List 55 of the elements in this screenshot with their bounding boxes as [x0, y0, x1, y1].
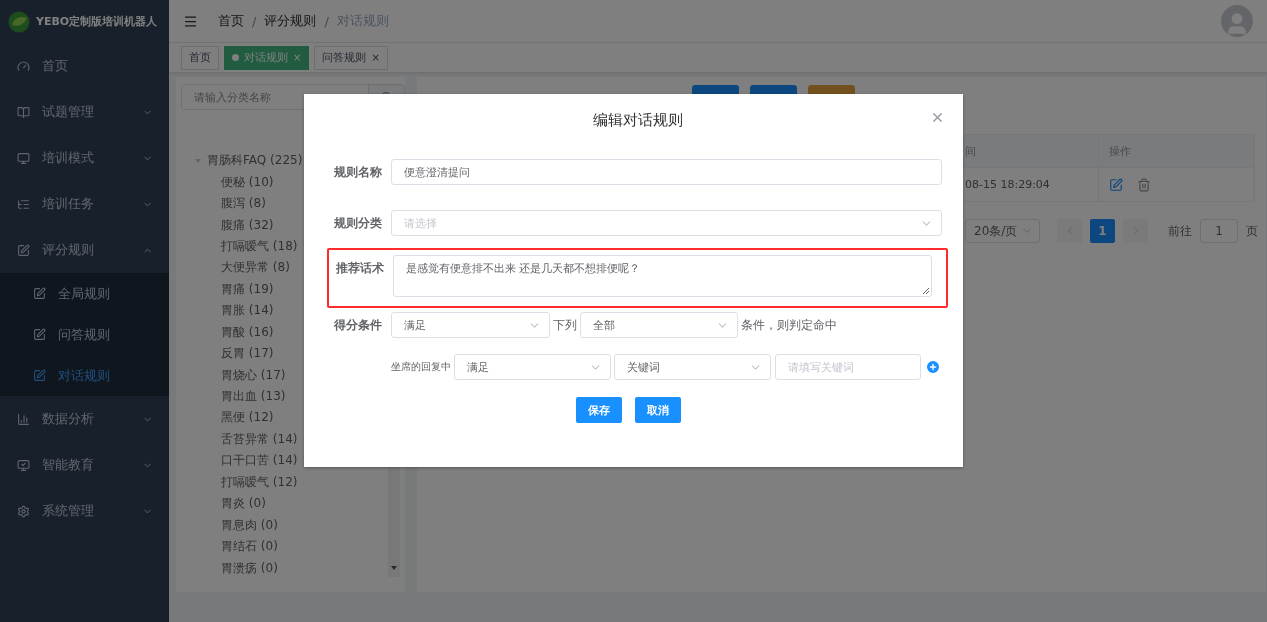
select-field[interactable]: 全部 [580, 312, 738, 338]
trash-icon[interactable] [1137, 177, 1151, 192]
page-button[interactable]: 1 [1090, 219, 1115, 243]
field-label: 推荐话术 [336, 260, 385, 277]
close-icon[interactable] [930, 110, 945, 125]
dialog-title: 编辑对话规则 [593, 109, 683, 131]
menu-item[interactable]: 系统管理 [0, 488, 169, 534]
submenu-item[interactable]: 对话规则 [0, 355, 169, 396]
field-label: 规则名称 [334, 164, 383, 181]
leaf-logo-icon [8, 10, 30, 33]
menu-item[interactable]: 培训任务 [0, 181, 169, 227]
edit-icon [33, 369, 46, 382]
edit-icon [33, 287, 46, 300]
add-icon[interactable] [925, 359, 941, 375]
field-label: 得分条件 [334, 317, 383, 334]
menu-item[interactable]: 首页 [0, 43, 169, 89]
field-label: 坐席的回复中 [391, 360, 451, 374]
avatar[interactable] [1221, 5, 1253, 37]
menu-item[interactable]: 试题管理 [0, 89, 169, 135]
text-area[interactable]: 是感觉有便意排不出来 还是几天都不想排便呢？ [393, 255, 932, 297]
edit-icon[interactable] [1109, 177, 1123, 192]
connector-text: 下列 [553, 317, 577, 334]
breadcrumb-link[interactable]: 评分规则 [264, 12, 317, 30]
menu-item[interactable]: 评分规则 [0, 227, 169, 273]
tab[interactable]: 问答规则 × [314, 45, 388, 70]
tree-node[interactable]: 胃溃疡 (0) [193, 557, 405, 579]
tree-node[interactable]: 胃结石 (0) [193, 535, 405, 558]
resize-handle-icon[interactable] [922, 287, 929, 294]
select-field[interactable]: 满足 [454, 354, 611, 380]
breadcrumb-separator: / [252, 13, 257, 29]
tree-node[interactable]: 打嗝嗳气 (12) [193, 471, 405, 493]
submenu-item[interactable]: 问答规则 [0, 314, 169, 355]
tree-node[interactable]: 胃炎 (0) [193, 493, 405, 515]
field-label: 规则分类 [334, 215, 383, 232]
menu-item[interactable]: 培训模式 [0, 135, 169, 181]
tab[interactable]: 对话规则 × [224, 45, 310, 70]
dialog-button[interactable]: 保存 [575, 397, 622, 423]
condition-text: 条件，则判定命中 [741, 317, 837, 334]
page-unit: 页 [1246, 222, 1258, 240]
edit-icon [33, 328, 46, 341]
app-title: YEBO定制版培训机器人 [36, 14, 158, 29]
goto-label: 前往 [1168, 222, 1192, 240]
dialog-button[interactable]: 取消 [634, 397, 681, 423]
select-field[interactable]: 关键词 [614, 354, 771, 380]
select-field[interactable]: 满足 [391, 312, 550, 338]
breadcrumb-separator: / [324, 13, 329, 29]
submenu-item[interactable]: 全局规则 [0, 273, 169, 314]
page-size-select[interactable]: 20条/页 [965, 219, 1040, 243]
menu-item[interactable]: 智能教育 [0, 442, 169, 488]
page-input[interactable]: 1 [1200, 219, 1238, 243]
tab[interactable]: 首页 [181, 45, 219, 70]
input-field[interactable]: 便意澄清提问 [391, 159, 942, 185]
tree-node[interactable]: 胃息肉 (0) [193, 514, 405, 536]
breadcrumb-link[interactable]: 首页 [218, 12, 244, 30]
menu-item[interactable]: 数据分析 [0, 396, 169, 442]
